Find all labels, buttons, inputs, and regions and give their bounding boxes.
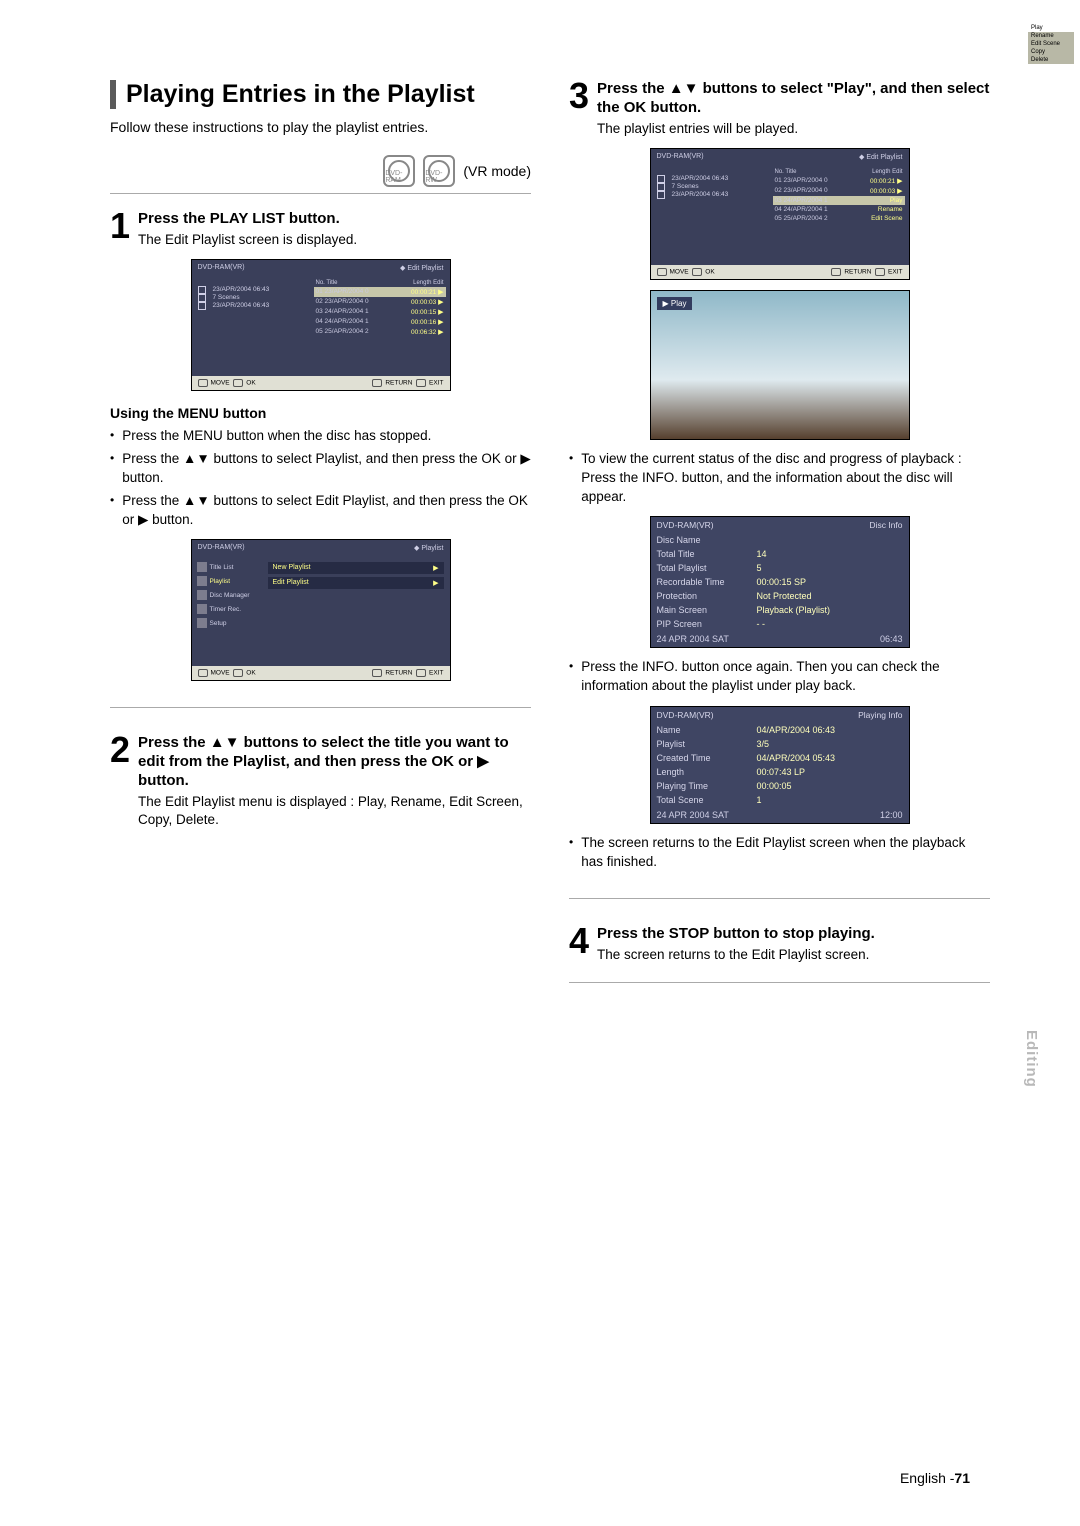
step-1-head: Press the PLAY LIST button.	[138, 210, 531, 229]
menu-screenshot: DVD-RAM(VR) ◆ Playlist Title List Playli…	[191, 539, 451, 681]
step-4-desc: The screen returns to the Edit Playlist …	[597, 946, 990, 964]
step-4-head: Press the STOP button to stop playing.	[597, 925, 990, 944]
step1-bullet-1: Press the MENU button when the disc has …	[110, 427, 531, 446]
step1-bullet-2: Press the ▲▼ buttons to select Playlist,…	[110, 450, 531, 488]
edit-popup: Play Rename Edit Scene Copy Delete	[1028, 24, 1074, 64]
menu-subhead: Using the MENU button	[110, 405, 531, 421]
disc-mode-row: DVD-RAM DVD-RW (VR mode)	[110, 155, 531, 194]
page-footer: English -71	[900, 1470, 970, 1486]
disc-info-table: DVD-RAM(VR)Disc Info Disc Name Total Tit…	[650, 516, 910, 648]
playing-info-table: DVD-RAM(VR)Playing Info Name04/APR/2004 …	[650, 706, 910, 824]
step-1-desc: The Edit Playlist screen is displayed.	[138, 231, 531, 249]
step-1-number: 1	[110, 210, 130, 249]
step-3-head: Press the ▲▼ buttons to select "Play", a…	[597, 80, 990, 118]
dvd-ram-icon: DVD-RAM	[383, 155, 415, 187]
step-2-number: 2	[110, 734, 130, 829]
step-2-desc: The Edit Playlist menu is displayed : Pl…	[138, 793, 531, 829]
right-bullet-2: Press the INFO. button once again. Then …	[569, 658, 990, 696]
vr-mode-label: (VR mode)	[463, 163, 531, 179]
step-3-number: 3	[569, 80, 589, 138]
intro-text: Follow these instructions to play the pl…	[110, 119, 531, 135]
play-screenshot: ▶ Play	[650, 290, 910, 440]
step-4-number: 4	[569, 925, 589, 964]
right-bullet-1: To view the current status of the disc a…	[569, 450, 990, 507]
step1-bullet-3: Press the ▲▼ buttons to select Edit Play…	[110, 492, 531, 530]
step-2-head: Press the ▲▼ buttons to select the title…	[138, 734, 531, 790]
edit-playlist-screenshot-2: DVD-RAM(VR) ◆ Edit Playlist 23/APR/2004 …	[650, 148, 910, 280]
play-overlay-tag: ▶ Play	[657, 297, 693, 310]
side-tab-editing: Editing	[1023, 1030, 1040, 1088]
edit-playlist-screenshot-1: DVD-RAM(VR) ◆ Edit Playlist 23/APR/2004 …	[191, 259, 451, 391]
section-title: Playing Entries in the Playlist	[110, 80, 531, 109]
dvd-rw-icon: DVD-RW	[423, 155, 455, 187]
right-bullet-3: The screen returns to the Edit Playlist …	[569, 834, 990, 872]
step-3-desc: The playlist entries will be played.	[597, 120, 990, 138]
